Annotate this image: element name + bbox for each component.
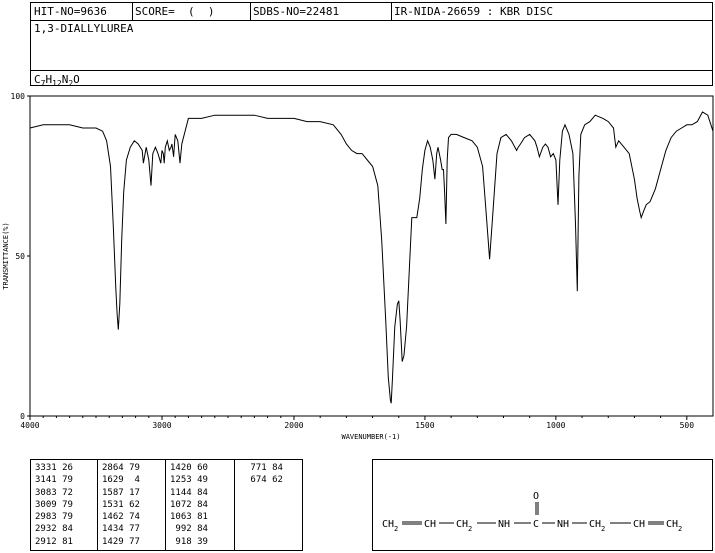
peak-entry: 674 62 [245,475,283,486]
peak-entry: 1434 77 [102,524,140,535]
x-tick-label: 500 [680,421,695,430]
atom-subscript: 2 [601,525,605,533]
peak-entry: 992 84 [170,524,208,535]
peak-entry: 1462 74 [102,512,140,523]
peak-column-divider [234,460,235,550]
hit-number: HIT-NO=9636 [34,5,107,18]
structure-diagram: CH 2 CH CH 2 NH C NH CH 2 CH CH 2 O [372,459,713,551]
peak-entry: 1629 4 [102,475,140,486]
peak-entry: 1063 81 [170,512,208,523]
atom-label: CH [424,519,436,530]
peak-column: 3331 26 3141 79 3083 72 3009 79 2983 79 2932 … [35,462,73,548]
y-tick-label: 100 [11,92,26,101]
peak-entry: 3009 79 [35,499,73,510]
peak-entry: 1144 84 [170,487,208,498]
peak-entry: 2983 79 [35,512,73,523]
ir-code: IR-NIDA-26659 : KBR DISC [394,5,553,18]
peak-entry: 3083 72 [35,487,73,498]
atom-label: NH [498,519,510,530]
atom-label: CH [666,519,678,530]
x-tick-label: 1500 [415,421,434,430]
peak-entry: 3331 26 [35,463,73,473]
atom-subscript: 2 [394,525,398,533]
x-tick-label: 4000 [20,421,39,430]
peak-column: 2864 79 1629 4 1587 17 1531 62 1462 74 1434 7… [102,462,140,548]
atom-label: CH [589,519,601,530]
atom-label: O [533,491,539,502]
sdbs-number: SDBS-NO=22481 [253,5,340,18]
peak-entry: 2932 84 [35,524,73,535]
atom-label: C [533,519,539,530]
peak-column-divider [97,460,98,550]
peak-column: 1420 60 1253 49 1144 84 1072 84 1063 81 992 … [170,462,208,548]
y-axis-label: TRANSMITTANCE(%) [2,222,10,289]
peak-entry: 3141 79 [35,475,73,486]
peak-entry: 1072 84 [170,499,208,510]
compound-name: 1,3-DIALLYLUREA [34,22,134,35]
x-tick-label: 3000 [152,421,171,430]
peak-entry: 1587 17 [102,487,140,498]
peak-table: 3331 26 3141 79 3083 72 3009 79 2983 79 2932 … [30,459,303,551]
peak-column: 771 84 674 62 [245,462,283,487]
atom-label: CH [382,519,394,530]
peak-entry: 1531 62 [102,499,140,510]
atom-label: CH [633,519,645,530]
y-tick-label: 0 [20,412,25,421]
peak-entry: 2864 79 [102,463,140,473]
ir-spectrum-chart: 1005004000 3000 2000 1500 1000 500WAVENUMBER(… [2,92,714,441]
spectrum-line [29,111,714,404]
peak-entry: 771 84 [245,463,283,473]
structure-drawing: CH 2 CH CH 2 NH C NH CH 2 CH CH 2 O [382,491,682,533]
peak-entry: 1420 60 [170,463,208,473]
score: SCORE= ( ) [135,5,215,18]
x-tick-label: 2000 [284,421,303,430]
x-axis-label: WAVENUMBER(-1) [341,433,400,441]
spectrum-header: HIT-NO=9636 SCORE= ( ) SDBS-NO=22481 IR-… [30,2,713,88]
peak-entry: 1429 77 [102,536,140,547]
x-tick-label: 1000 [546,421,565,430]
atom-label: NH [557,519,569,530]
formula-row: C7H12N2O [31,70,712,88]
y-tick-label: 50 [15,252,25,261]
atom-subscript: 2 [468,525,472,533]
header-info-row: HIT-NO=9636 SCORE= ( ) SDBS-NO=22481 IR-… [31,3,712,21]
peak-column-divider [165,460,166,550]
peak-entry: 1253 49 [170,475,208,486]
atom-subscript: 2 [678,525,682,533]
atom-label: CH [456,519,468,530]
peak-entry: 2912 81 [35,536,73,547]
peak-entry: 918 39 [170,536,208,547]
